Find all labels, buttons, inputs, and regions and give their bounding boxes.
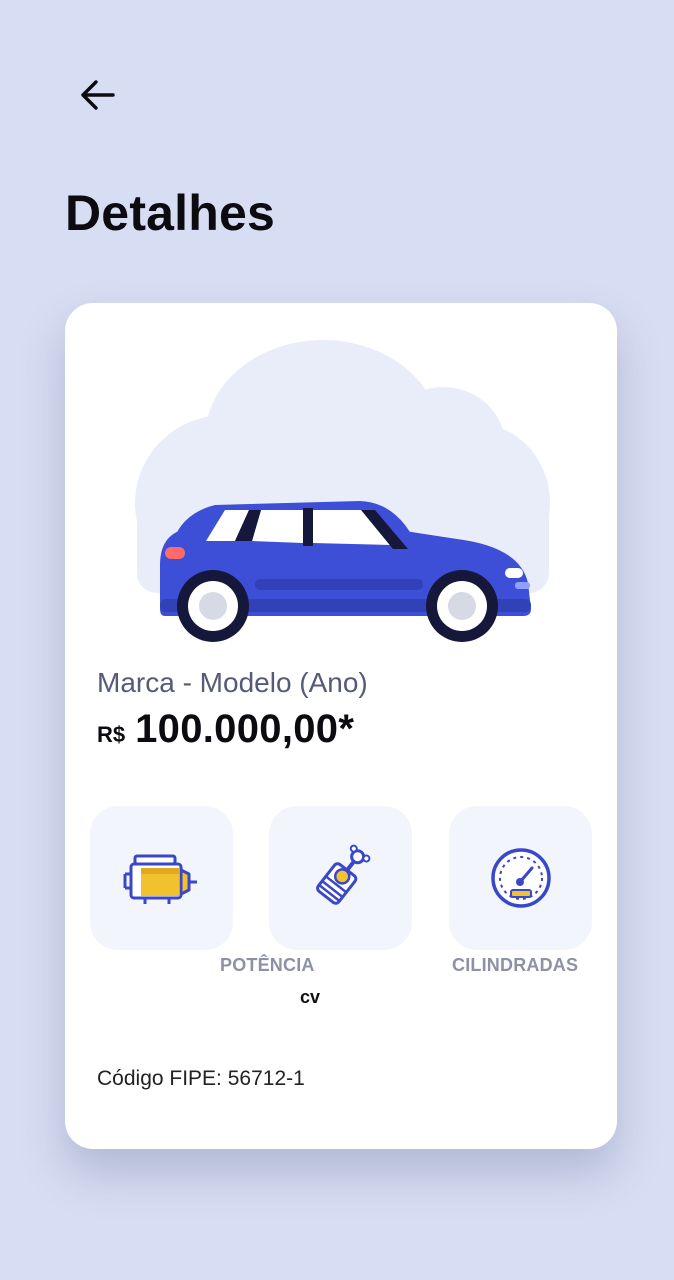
back-button[interactable] [72,70,122,120]
spec-tile-power[interactable] [269,806,412,950]
spec-value-power: cv [300,987,321,1007]
speedometer-icon [490,848,551,908]
page-title: Detalhes [65,185,276,241]
vehicle-price: R$ 100.000,00* [97,707,354,752]
vehicle-details-card: Marca - Modelo (Ano) R$ 100.000,00* POTÊ… [65,303,617,1149]
spec-tile-displacement[interactable] [449,806,592,950]
spec-label-displacement: CILINDRADAS [452,955,579,975]
price-currency: R$ [97,722,126,747]
car-illustration [135,340,550,642]
vehicle-title: Marca - Modelo (Ano) [97,667,368,698]
price-amount: 100.000,00* [135,707,355,751]
piston-icon [315,844,370,905]
fipe-code: Código FIPE: 56712-1 [97,1067,305,1090]
spec-label-power: POTÊNCIA [220,955,315,975]
engine-icon [123,854,197,904]
arrow-left-icon [81,80,115,110]
spec-tile-engine[interactable] [90,806,233,950]
